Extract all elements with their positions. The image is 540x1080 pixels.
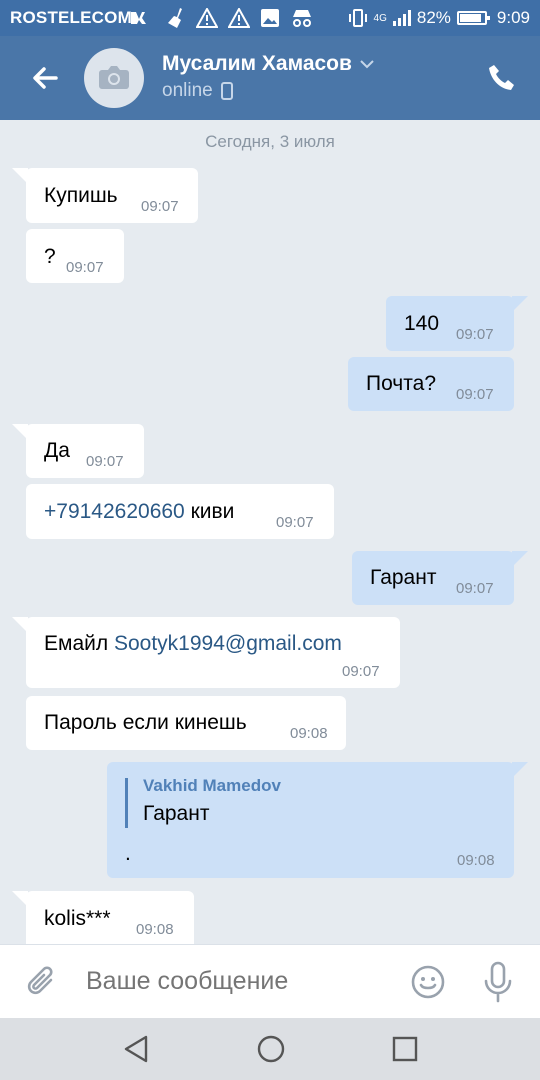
message-time: 09:07: [342, 663, 380, 680]
status-right: 4G 82% 9:09: [348, 6, 530, 30]
battery-icon: [456, 11, 490, 25]
message-text: киви: [184, 500, 235, 523]
message-text: Пароль если кинешь: [44, 711, 247, 734]
carrier-name: ROSTELECOM: [10, 8, 132, 27]
contact-status: online: [162, 80, 233, 102]
image-icon: [261, 9, 279, 27]
status-bar: ROSTELECOM 4G 82% 9:09: [0, 0, 540, 36]
chevron-down-icon: [360, 60, 374, 69]
message-text: .: [125, 842, 131, 865]
microphone-icon[interactable]: [482, 961, 514, 1003]
avatar[interactable]: [84, 48, 144, 108]
incoming-message[interactable]: Да 09:07: [12, 424, 144, 478]
battery-percent: 82%: [416, 8, 451, 27]
email-link[interactable]: Sootyk1994@gmail.com: [114, 632, 342, 655]
message-text: kolis***: [44, 907, 111, 930]
warning-icon: [228, 8, 250, 28]
incognito-icon: [293, 10, 311, 27]
quote-bar: [125, 778, 128, 828]
smile-icon[interactable]: [410, 964, 446, 1000]
phone-icon[interactable]: [486, 62, 518, 94]
incoming-message[interactable]: ? 09:07: [26, 229, 124, 283]
message-text: Да: [44, 439, 70, 462]
message-time: 09:07: [456, 386, 494, 403]
message-text: 140: [404, 312, 440, 335]
message-list[interactable]: Сегодня, 3 июля Купишь 09:07 ? 09:07 140…: [0, 120, 540, 944]
notification-icons: [130, 6, 314, 30]
message-time: 09:07: [276, 514, 314, 531]
outgoing-message[interactable]: Почта? 09:07: [348, 357, 514, 411]
camera-icon: [99, 66, 129, 89]
phone-link[interactable]: +79142620660: [44, 500, 185, 523]
incoming-message[interactable]: Пароль если кинешь 09:08: [26, 696, 346, 750]
contact-name-button[interactable]: Мусалим Хамасов: [162, 52, 374, 76]
system-navigation-bar: [0, 1018, 540, 1080]
message-text: Почта?: [366, 372, 436, 395]
message-text: Купишь: [44, 184, 118, 207]
incoming-message[interactable]: +79142620660 киви 09:07: [26, 484, 334, 539]
message-text: ?: [44, 245, 56, 268]
network-type: 4G: [373, 12, 387, 24]
signal-icon: [392, 10, 411, 26]
message-text: Гарант: [370, 566, 437, 589]
message-time: 09:07: [456, 326, 494, 343]
message-time: 09:08: [290, 725, 328, 742]
paperclip-icon[interactable]: [24, 963, 60, 1001]
chat-header: Мусалим Хамасов online: [0, 36, 540, 120]
message-time: 09:07: [456, 580, 494, 597]
mobile-icon: [220, 82, 233, 100]
quote-author: Vakhid Mamedov: [143, 776, 281, 795]
nav-home-icon[interactable]: [254, 1032, 288, 1066]
message-time: 09:08: [136, 921, 174, 938]
clock: 9:09: [496, 8, 530, 27]
outgoing-message[interactable]: 140 09:07: [386, 296, 528, 351]
vibrate-icon: [348, 9, 367, 27]
outgoing-message[interactable]: Гарант 09:07: [352, 551, 528, 605]
contact-name: Мусалим Хамасов: [162, 52, 352, 75]
vk-icon: [131, 12, 146, 24]
message-composer: [0, 944, 540, 1018]
message-time: 09:07: [86, 453, 124, 470]
message-time: 09:07: [141, 198, 179, 215]
arrow-left-icon[interactable]: [26, 58, 66, 98]
message-time: 09:08: [457, 852, 495, 869]
incoming-message[interactable]: kolis*** 09:08: [12, 891, 194, 944]
broom-icon: [168, 8, 182, 28]
message-time: 09:07: [66, 259, 104, 276]
incoming-message[interactable]: Емайл Sootyk1994@gmail.com 09:07: [12, 617, 400, 688]
online-status: online: [162, 80, 213, 101]
nav-recent-apps-icon[interactable]: [388, 1032, 422, 1066]
message-input[interactable]: [86, 967, 386, 996]
nav-back-icon[interactable]: [120, 1032, 154, 1066]
incoming-message[interactable]: Купишь 09:07: [12, 168, 198, 223]
outgoing-reply-message[interactable]: Vakhid Mamedov Гарант . 09:08: [107, 762, 528, 878]
message-text: Емайл: [44, 632, 114, 655]
quote-text: Гарант: [143, 802, 210, 825]
date-separator: Сегодня, 3 июля: [205, 132, 335, 151]
warning-icon: [196, 8, 218, 28]
